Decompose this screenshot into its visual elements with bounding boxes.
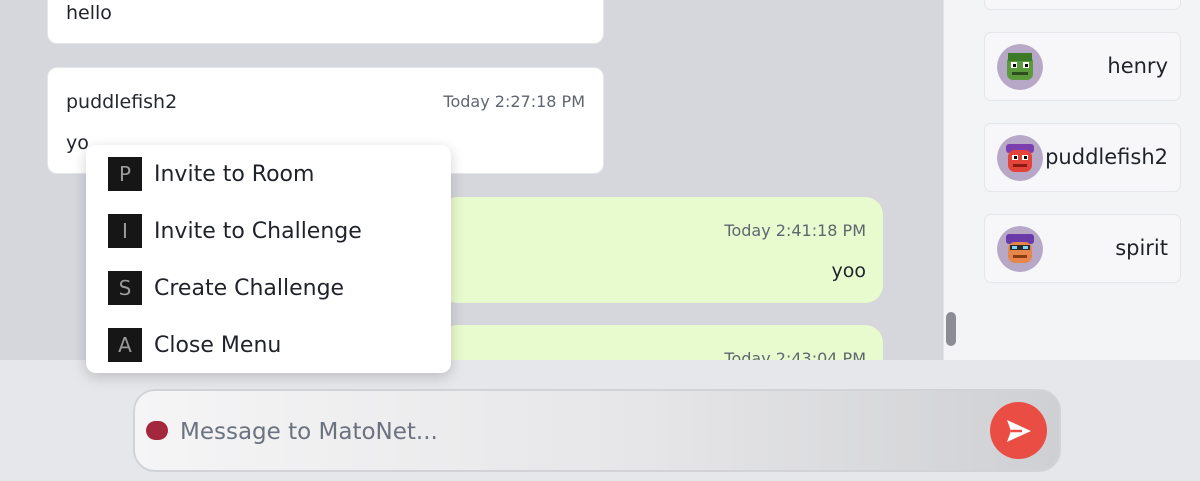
frog-avatar-icon xyxy=(997,44,1043,90)
user-card[interactable]: henry xyxy=(984,32,1181,101)
send-arrow-icon xyxy=(1006,419,1031,442)
chat-scrollbar-thumb[interactable] xyxy=(946,312,956,346)
shortcut-key-badge: I xyxy=(108,214,142,248)
menu-item-close-menu[interactable]: A Close Menu xyxy=(108,328,281,362)
send-button[interactable] xyxy=(990,402,1047,459)
user-name: puddlefish2 xyxy=(1045,145,1168,169)
avatar xyxy=(997,226,1043,272)
own-message-bubble: Today 2:41:18 PM yoo xyxy=(440,197,883,303)
message-author[interactable]: puddlefish2 xyxy=(66,91,177,113)
red-creature-avatar-icon xyxy=(997,135,1043,181)
menu-item-create-challenge[interactable]: S Create Challenge xyxy=(108,271,344,305)
menu-item-label: Create Challenge xyxy=(154,275,345,301)
own-message-bubble: Today 2:43:04 PM xyxy=(440,325,883,360)
user-name: henry xyxy=(1107,54,1168,78)
message-input[interactable] xyxy=(180,413,960,451)
message-timestamp: Today 2:43:04 PM xyxy=(724,349,866,360)
record-dot-icon[interactable] xyxy=(146,421,168,440)
menu-item-invite-to-challenge[interactable]: I Invite to Challenge xyxy=(108,214,362,248)
message-timestamp: Today 2:41:18 PM xyxy=(724,221,866,240)
message-card: hello xyxy=(47,0,604,44)
avatar xyxy=(997,44,1043,90)
shortcut-key-badge: S xyxy=(108,271,142,305)
avatar xyxy=(997,135,1043,181)
shortcut-key-badge: P xyxy=(108,157,142,191)
menu-item-label: Invite to Challenge xyxy=(154,218,362,244)
shortcut-key-badge: A xyxy=(108,328,142,362)
user-context-menu: P Invite to Room I Invite to Challenge S… xyxy=(86,145,451,373)
message-timestamp: Today 2:27:18 PM xyxy=(443,92,585,111)
user-card[interactable]: puddlefish2 xyxy=(984,123,1181,192)
chat-scrollbar-track[interactable] xyxy=(943,0,960,360)
user-card[interactable]: spirit xyxy=(984,214,1181,283)
menu-item-label: Invite to Room xyxy=(154,161,315,187)
menu-item-label: Close Menu xyxy=(154,332,282,358)
message-text: yo xyxy=(66,132,89,154)
user-card[interactable] xyxy=(984,0,1181,10)
message-text: yoo xyxy=(831,260,867,282)
user-name: spirit xyxy=(1115,236,1168,260)
menu-item-invite-to-room[interactable]: P Invite to Room xyxy=(108,157,314,191)
orange-creature-avatar-icon xyxy=(997,226,1043,272)
message-text: hello xyxy=(66,2,112,24)
